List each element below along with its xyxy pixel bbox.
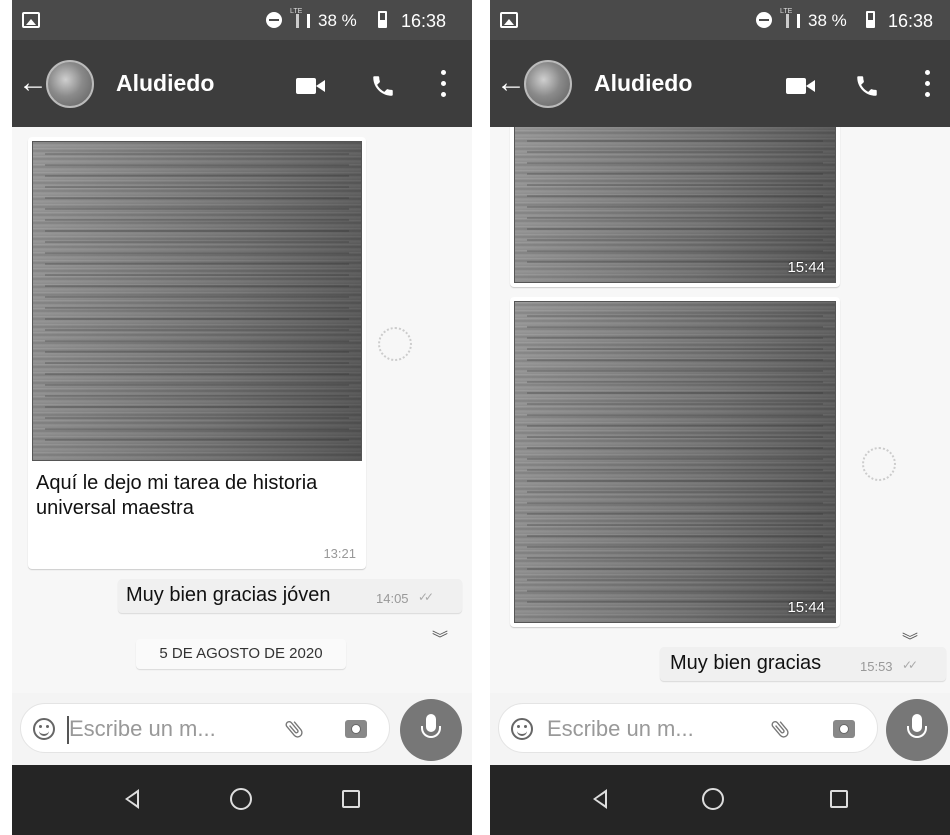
emoji-icon[interactable] <box>511 718 533 740</box>
nav-recents-icon[interactable] <box>342 790 360 808</box>
nav-back-icon[interactable] <box>593 789 607 809</box>
message-input[interactable] <box>547 712 747 746</box>
clock-time: 16:38 <box>888 11 934 31</box>
read-ticks-icon: ✓✓ <box>418 590 434 604</box>
status-bar: LTE 38 % 16:38 <box>490 0 950 40</box>
video-call-icon[interactable] <box>786 76 816 96</box>
message-time: 15:44 <box>787 599 825 616</box>
back-arrow-icon[interactable]: ← <box>18 68 48 98</box>
read-ticks-icon: ✓✓ <box>902 658 918 672</box>
avatar[interactable] <box>46 60 94 108</box>
message-text: Muy bien gracias <box>670 652 822 674</box>
mic-icon[interactable] <box>400 699 462 761</box>
message-composer <box>12 693 472 765</box>
message-composer <box>490 693 950 765</box>
input-pill[interactable] <box>20 703 390 753</box>
phone-screen-left: LTE 38 % 16:38 ← Aludiedo Aquí le dejo m… <box>12 0 472 835</box>
gallery-icon <box>22 12 40 28</box>
attach-icon[interactable] <box>283 717 305 741</box>
dnd-icon <box>756 12 772 28</box>
chat-area[interactable]: Aquí le dejo mi tarea de historia univer… <box>12 127 472 693</box>
camera-icon[interactable] <box>345 720 367 738</box>
status-bar: LTE 38 % 16:38 <box>12 0 472 40</box>
more-options-icon[interactable] <box>438 70 448 100</box>
background-doodle <box>378 327 412 361</box>
video-call-icon[interactable] <box>296 76 326 96</box>
homework-photo[interactable]: 15:44 <box>514 127 836 283</box>
voice-call-icon[interactable] <box>370 72 396 100</box>
nav-home-icon[interactable] <box>702 788 724 810</box>
clock-time: 16:38 <box>401 11 447 31</box>
message-time: 13:21 <box>323 546 356 561</box>
date-separator: 5 DE AGOSTO DE 2020 <box>136 639 346 669</box>
image-message[interactable]: 15:44 <box>510 297 840 627</box>
background-doodle <box>862 447 896 481</box>
dnd-icon <box>266 12 282 28</box>
nav-recents-icon[interactable] <box>830 790 848 808</box>
battery-icon <box>866 11 875 28</box>
message-time: 14:05 <box>376 591 409 606</box>
homework-photo[interactable]: 15:44 <box>514 301 836 623</box>
chat-header: ← Aludiedo <box>12 40 472 127</box>
mic-icon[interactable] <box>886 699 948 761</box>
input-pill[interactable] <box>498 703 878 753</box>
contact-name[interactable]: Aludiedo <box>116 70 214 97</box>
voice-call-icon[interactable] <box>854 72 880 100</box>
system-nav-bar <box>12 765 472 835</box>
message-time: 15:53 <box>860 659 893 674</box>
camera-icon[interactable] <box>833 720 855 738</box>
signal-icon: LTE <box>780 8 800 28</box>
battery-icon <box>378 11 387 28</box>
message-text: Muy bien gracias jóven <box>126 584 331 606</box>
phone-screen-right: LTE 38 % 16:38 ← Aludiedo 15:44 15:44 ︾ … <box>490 0 950 835</box>
outgoing-message[interactable]: Muy bien gracias jóven 14:05 ✓✓ <box>118 579 462 613</box>
gallery-icon <box>500 12 518 28</box>
battery-percent: 38 % <box>318 11 357 30</box>
nav-back-icon[interactable] <box>125 789 139 809</box>
emoji-icon[interactable] <box>33 718 55 740</box>
more-options-icon[interactable] <box>922 70 932 100</box>
message-time: 15:44 <box>787 259 825 276</box>
system-nav-bar <box>490 765 950 835</box>
signal-icon: LTE <box>290 8 310 28</box>
chat-area[interactable]: 15:44 15:44 ︾ Muy bien gracias 15:53 ✓✓ <box>490 127 950 693</box>
chat-header: ← Aludiedo <box>490 40 950 127</box>
avatar[interactable] <box>524 60 572 108</box>
battery-percent: 38 % <box>808 11 847 30</box>
outgoing-message[interactable]: Muy bien gracias 15:53 ✓✓ <box>660 647 946 681</box>
homework-photo[interactable] <box>32 141 362 461</box>
message-input[interactable] <box>69 712 259 746</box>
image-message[interactable]: 15:44 <box>510 127 840 287</box>
attach-icon[interactable] <box>769 717 791 741</box>
image-message[interactable]: Aquí le dejo mi tarea de historia univer… <box>28 137 366 569</box>
scroll-down-icon[interactable]: ︾ <box>432 632 448 648</box>
back-arrow-icon[interactable]: ← <box>496 68 526 98</box>
message-caption: Aquí le dejo mi tarea de historia univer… <box>36 472 318 519</box>
contact-name[interactable]: Aludiedo <box>594 70 692 97</box>
nav-home-icon[interactable] <box>230 788 252 810</box>
